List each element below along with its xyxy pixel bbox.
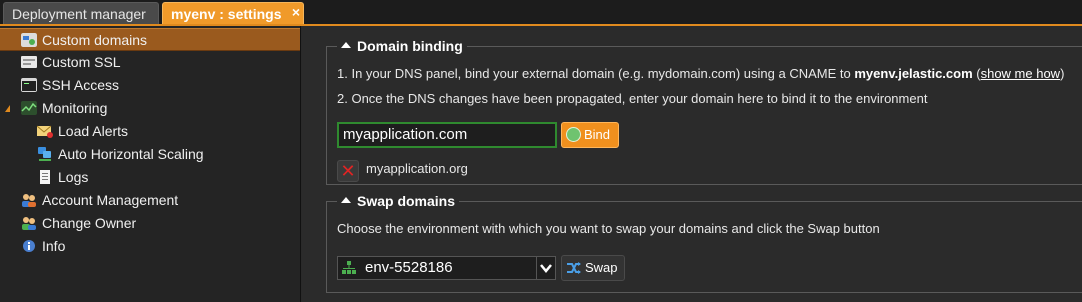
swap-domains-header[interactable]: Swap domains — [337, 192, 460, 210]
sidebar-item-logs[interactable]: Logs — [0, 166, 300, 189]
terminal-icon — [21, 78, 37, 92]
tab-bar: Deployment manager myenv : settings × — [0, 0, 1082, 26]
info-icon — [23, 240, 35, 252]
close-icon[interactable]: × — [292, 1, 300, 23]
sidebar-item-load-alerts[interactable]: Load Alerts — [0, 120, 300, 143]
users-swap-icon — [22, 217, 36, 230]
sidebar-item-ssh-access[interactable]: SSH Access — [0, 74, 300, 97]
bind-button-label: Bind — [584, 127, 611, 142]
swap-description: Choose the environment with which you wa… — [337, 221, 880, 236]
monitoring-icon — [21, 101, 37, 115]
tab-myenv-settings[interactable]: myenv : settings × — [162, 2, 304, 24]
expand-arrow-icon[interactable] — [5, 105, 10, 112]
domain-input[interactable]: myapplication.com — [337, 122, 557, 148]
sidebar-item-auto-horizontal-scaling[interactable]: Auto Horizontal Scaling — [0, 143, 300, 166]
step-1-text: 1. In your DNS panel, bind your external… — [337, 66, 851, 81]
sidebar-item-change-owner[interactable]: Change Owner — [0, 212, 300, 235]
delete-icon: ✕ — [340, 161, 356, 181]
swap-button[interactable]: Swap — [561, 255, 625, 281]
users-icon — [22, 194, 36, 207]
dns-step-2: 2. Once the DNS changes have been propag… — [337, 91, 928, 106]
collapse-icon[interactable] — [341, 42, 351, 49]
settings-main-panel: Domain binding 1. In your DNS panel, bin… — [302, 26, 1082, 302]
sidebar-item-label: Change Owner — [42, 215, 137, 231]
selected-environment: env-5528186 — [365, 259, 453, 276]
bound-domain-item: myapplication.org — [366, 161, 468, 176]
ssl-icon — [21, 56, 37, 68]
sidebar-item-monitoring[interactable]: Monitoring — [0, 97, 300, 120]
panel-title: Domain binding — [357, 38, 463, 54]
sidebar-item-label: Info — [42, 238, 66, 254]
tab-label: myenv : settings — [171, 6, 282, 22]
cname-host: myenv.jelastic.com — [854, 66, 973, 81]
sidebar-item-custom-domains[interactable]: Custom domains — [0, 28, 300, 51]
dns-step-1: 1. In your DNS panel, bind your external… — [337, 66, 1065, 81]
environment-select[interactable]: env-5528186 — [337, 256, 555, 280]
sidebar-item-label: Auto Horizontal Scaling — [58, 146, 204, 162]
sidebar-item-label: Logs — [58, 169, 89, 185]
sidebar-item-label: Monitoring — [42, 100, 108, 116]
domain-binding-header[interactable]: Domain binding — [337, 37, 467, 55]
sidebar-item-label: Account Management — [42, 192, 179, 208]
environment-icon — [342, 261, 356, 274]
show-me-how-link[interactable]: show me how — [981, 66, 1060, 81]
sidebar-item-custom-ssl[interactable]: Custom SSL — [0, 51, 300, 74]
remove-domain-button[interactable]: ✕ — [337, 160, 359, 182]
sidebar-item-account-management[interactable]: Account Management — [0, 189, 300, 212]
settings-sidebar: Custom domains Custom SSL SSH Access Mon… — [0, 26, 301, 302]
document-icon — [40, 170, 50, 184]
sidebar-item-label: SSH Access — [42, 77, 120, 93]
tab-label: Deployment manager — [12, 6, 146, 22]
swap-button-label: Swap — [585, 260, 618, 275]
sidebar-item-info[interactable]: Info — [0, 235, 300, 258]
collapse-icon[interactable] — [341, 197, 351, 204]
shuffle-icon — [567, 262, 581, 274]
panel-title: Swap domains — [357, 193, 456, 209]
scaling-icon — [38, 147, 51, 161]
sidebar-item-label: Custom domains — [42, 32, 148, 48]
tab-deployment-manager[interactable]: Deployment manager — [3, 2, 159, 24]
sidebar-item-label: Custom SSL — [42, 54, 121, 70]
swap-domains-panel: Swap domains Choose the environment with… — [326, 192, 1082, 293]
mail-alert-icon — [37, 125, 53, 138]
custom-domains-icon — [21, 33, 37, 47]
domain-binding-panel: Domain binding 1. In your DNS panel, bin… — [326, 37, 1082, 185]
bind-button[interactable]: Bind — [561, 122, 619, 148]
chevron-down-icon[interactable] — [536, 256, 556, 280]
globe-icon — [566, 127, 581, 142]
sidebar-item-label: Load Alerts — [58, 123, 129, 139]
